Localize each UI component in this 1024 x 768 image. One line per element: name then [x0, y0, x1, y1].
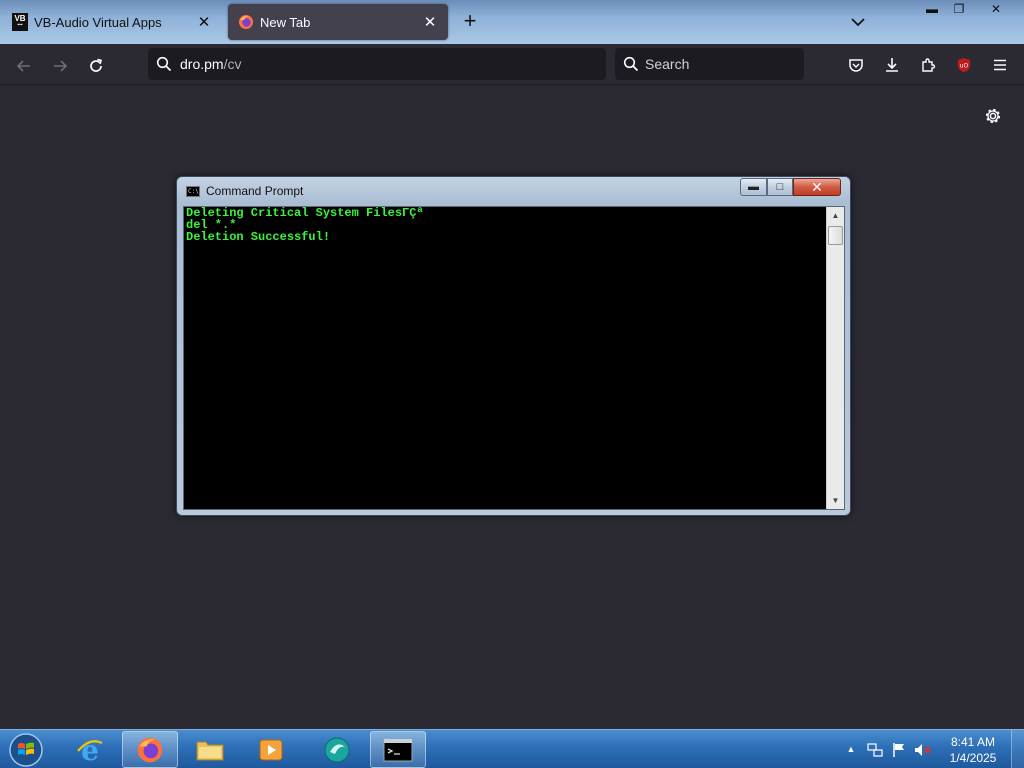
system-clock[interactable]: 8:41 AM 1/4/2025 — [940, 734, 1006, 766]
show-hidden-icons-button[interactable]: ▲ — [844, 742, 858, 756]
tab-strip: VB ▪▪▪ VB-Audio Virtual Apps ✕ New Tab ✕ … — [0, 0, 1024, 44]
cmd-vertical-scrollbar[interactable]: ▲ ▼ — [826, 207, 844, 509]
teal-app-icon — [324, 737, 350, 762]
forward-button[interactable] — [46, 52, 74, 80]
cmd-title-bar[interactable]: C:\ Command Prompt ▬ □ ✕ — [177, 177, 850, 205]
window-minimize-button[interactable]: ▬ — [918, 0, 946, 18]
reload-button[interactable] — [82, 52, 110, 80]
show-desktop-button[interactable] — [1011, 730, 1024, 768]
cmd-icon: C:\ — [186, 186, 200, 197]
cmd-console-area[interactable]: Deleting Critical System FilesΓÇª del *.… — [183, 206, 845, 510]
new-tab-button[interactable]: + — [458, 10, 482, 34]
tab-vb-audio[interactable]: VB ▪▪▪ VB-Audio Virtual Apps ✕ — [2, 4, 222, 40]
customize-new-tab-button[interactable] — [982, 105, 1004, 127]
svg-text:uO: uO — [960, 63, 969, 70]
internet-explorer-icon: e — [77, 735, 103, 765]
tab-label: VB-Audio Virtual Apps — [34, 14, 162, 30]
taskbar-firefox[interactable] — [122, 731, 178, 768]
windows-orb-icon — [9, 733, 43, 767]
search-bar[interactable] — [615, 48, 804, 80]
gear-icon — [985, 108, 1001, 124]
ublock-origin-button[interactable]: uO — [951, 52, 977, 78]
close-tab-icon[interactable]: ✕ — [422, 14, 438, 31]
firefox-icon — [238, 14, 254, 30]
extensions-button[interactable] — [915, 52, 941, 78]
scroll-thumb[interactable] — [828, 226, 843, 245]
taskbar-file-explorer[interactable] — [182, 731, 238, 768]
start-button[interactable] — [6, 731, 46, 768]
puzzle-piece-icon — [922, 58, 936, 72]
cmd-minimize-button[interactable]: ▬ — [740, 178, 767, 196]
tab-new-tab[interactable]: New Tab ✕ — [228, 4, 448, 40]
console-line: Deleting Critical System FilesΓÇª — [186, 206, 424, 220]
search-icon — [623, 56, 639, 72]
svg-text:e: e — [81, 735, 99, 765]
cmd-window-title: Command Prompt — [206, 184, 304, 198]
vb-audio-icon: VB ▪▪▪ — [12, 13, 28, 31]
url-bar[interactable]: dro.pm/cv — [148, 48, 606, 80]
search-icon — [156, 56, 172, 72]
pocket-button[interactable] — [843, 52, 869, 78]
network-icon[interactable] — [866, 741, 884, 759]
volume-muted-icon[interactable] — [914, 741, 932, 759]
url-domain: dro.pm — [180, 56, 224, 72]
pocket-icon — [849, 59, 863, 72]
clock-date: 1/4/2025 — [949, 751, 997, 765]
app-menu-button[interactable] — [987, 52, 1013, 78]
window-restore-button[interactable]: ❐ — [946, 0, 972, 18]
download-icon — [886, 58, 898, 72]
cmd-maximize-button[interactable]: □ — [767, 178, 793, 196]
media-player-icon — [259, 739, 283, 760]
list-all-tabs-button[interactable] — [846, 10, 870, 34]
navigation-toolbar: dro.pm/cv uO — [0, 44, 1024, 85]
scroll-down-arrow-icon[interactable]: ▼ — [827, 492, 844, 509]
downloads-button[interactable] — [879, 52, 905, 78]
window-close-button[interactable]: ✕ — [972, 0, 1020, 18]
taskbar: e ▲ 8:41 AM 1/4/2025 — [0, 729, 1024, 768]
hamburger-menu-icon — [994, 59, 1006, 71]
taskbar-internet-explorer[interactable]: e — [62, 731, 118, 768]
cmd-close-button[interactable]: ✕ — [793, 178, 841, 196]
ublock-shield-icon: uO — [957, 58, 971, 72]
close-tab-icon[interactable]: ✕ — [196, 14, 212, 31]
arrow-left-icon — [16, 60, 30, 72]
folder-icon — [196, 741, 224, 760]
tab-label: New Tab — [260, 14, 311, 30]
console-line: Deletion Successful! — [186, 230, 331, 244]
url-path: /cv — [223, 56, 242, 72]
url-text[interactable]: dro.pm/cv — [180, 56, 241, 72]
taskbar-app[interactable] — [309, 731, 365, 768]
taskbar-command-prompt[interactable] — [370, 731, 426, 768]
firefox-icon — [137, 737, 163, 762]
action-center-flag-icon[interactable] — [890, 741, 908, 759]
search-input[interactable] — [645, 56, 795, 72]
back-button[interactable] — [10, 52, 38, 80]
scroll-up-arrow-icon[interactable]: ▲ — [827, 207, 844, 224]
cmd-icon — [383, 738, 413, 761]
taskbar-media-player[interactable] — [243, 731, 299, 768]
arrow-right-icon — [54, 60, 68, 72]
console-output[interactable]: Deleting Critical System FilesΓÇª del *.… — [186, 207, 826, 507]
reload-icon — [90, 58, 103, 72]
chevron-down-icon — [851, 18, 865, 27]
command-prompt-window[interactable]: C:\ Command Prompt ▬ □ ✕ Deleting Critic… — [176, 176, 851, 516]
clock-time: 8:41 AM — [950, 735, 996, 749]
